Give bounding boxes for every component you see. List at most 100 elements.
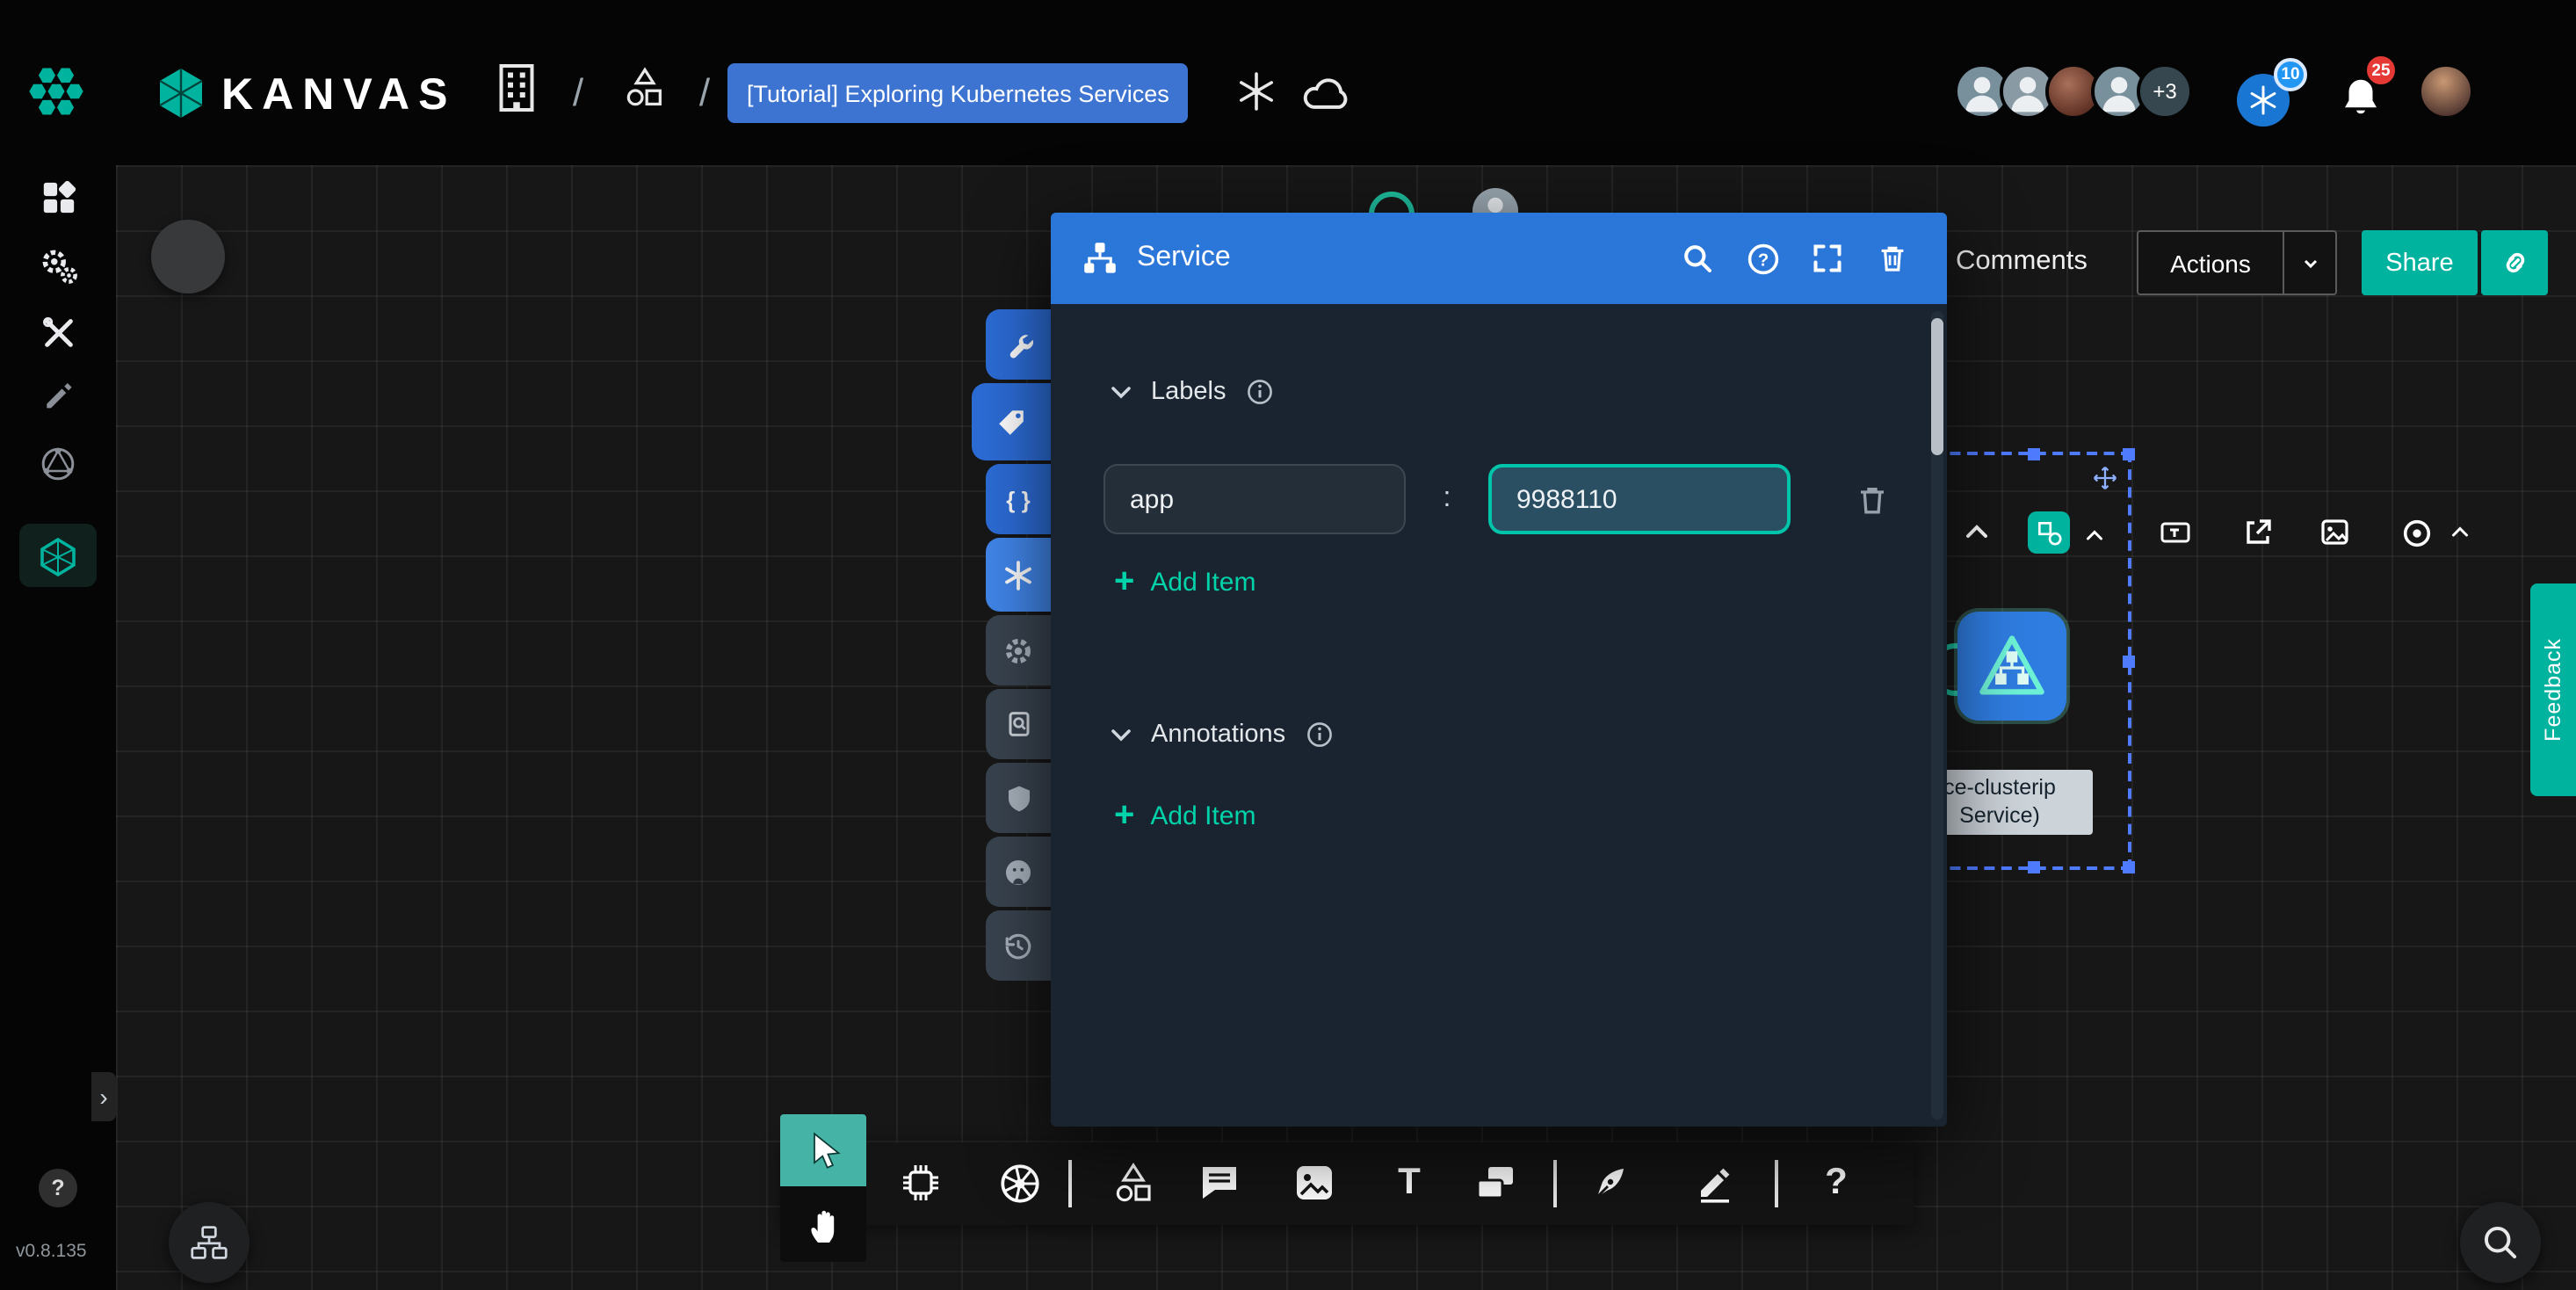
feedback-tab[interactable]: Feedback bbox=[2530, 583, 2576, 796]
add-label-button[interactable]: + Add Item bbox=[1114, 564, 1255, 599]
designs-icon[interactable] bbox=[622, 65, 668, 111]
zoom-button[interactable] bbox=[2460, 1202, 2541, 1283]
breadcrumb-separator: / bbox=[566, 70, 590, 116]
sidebar-help-button[interactable]: ? bbox=[39, 1169, 77, 1207]
annotations-section-label: Annotations bbox=[1151, 721, 1285, 749]
sidebar-item-dashboard[interactable] bbox=[19, 165, 97, 228]
panel-header[interactable]: Service ? bbox=[1051, 213, 1947, 304]
move-handle-icon[interactable] bbox=[2093, 466, 2117, 490]
style-picker-caret-icon[interactable] bbox=[2080, 515, 2109, 557]
selection-handle[interactable] bbox=[2123, 656, 2135, 668]
panel-scrollbar-track[interactable] bbox=[1931, 311, 1943, 1120]
avatar-overflow-chip[interactable]: +3 bbox=[2137, 63, 2193, 120]
wrench-icon bbox=[1004, 330, 1032, 359]
panel-search-button[interactable] bbox=[1675, 236, 1720, 281]
left-sidebar: › ? v0.8.135 bbox=[0, 165, 116, 1290]
tab-security[interactable] bbox=[986, 763, 1051, 833]
actions-button[interactable]: Actions bbox=[2137, 230, 2337, 295]
label-value-input[interactable] bbox=[1488, 464, 1791, 534]
sidebar-item-settings[interactable] bbox=[19, 234, 97, 297]
fullscreen-icon bbox=[1812, 243, 1843, 274]
organization-icon[interactable] bbox=[494, 62, 539, 114]
focus-lens-icon[interactable] bbox=[2395, 511, 2437, 554]
kubernetes-context-icon[interactable] bbox=[1235, 70, 1277, 112]
tab-settings[interactable] bbox=[986, 615, 1051, 685]
trash-icon bbox=[1856, 482, 1889, 516]
selection-handle[interactable] bbox=[2123, 448, 2135, 460]
layers-tool-button[interactable] bbox=[1465, 1151, 1525, 1214]
open-in-new-icon[interactable] bbox=[2237, 511, 2279, 554]
add-annotation-text: Add Item bbox=[1150, 801, 1255, 830]
labels-info-icon[interactable] bbox=[1245, 378, 1273, 406]
selection-handle[interactable] bbox=[2123, 861, 2135, 873]
kubernetes-service-icon bbox=[1975, 631, 2049, 701]
text-tool-button[interactable]: T bbox=[1379, 1151, 1439, 1214]
user-avatar[interactable] bbox=[2418, 63, 2474, 120]
sidebar-item-mesh[interactable] bbox=[19, 432, 97, 496]
panel-title: Service bbox=[1137, 243, 1231, 274]
export-image-icon[interactable] bbox=[2314, 511, 2356, 554]
collapse-lens-caret-icon[interactable] bbox=[2446, 511, 2474, 554]
share-button[interactable]: Share bbox=[2362, 230, 2478, 295]
design-name-field[interactable]: [Tutorial] Exploring Kubernetes Services bbox=[727, 63, 1189, 123]
add-label-text: Add Item bbox=[1150, 567, 1255, 597]
collapse-toolbar-icon[interactable] bbox=[1956, 511, 1998, 554]
selection-handle[interactable] bbox=[2027, 448, 2039, 460]
flowchart-icon bbox=[188, 1223, 230, 1262]
meshery-logo-icon bbox=[39, 535, 77, 576]
pen-tool-button[interactable] bbox=[1580, 1151, 1639, 1214]
add-annotation-button[interactable]: + Add Item bbox=[1114, 798, 1255, 833]
labels-section-label: Labels bbox=[1151, 378, 1226, 406]
layers-icon bbox=[1473, 1160, 1518, 1206]
label-key-input[interactable] bbox=[1103, 464, 1406, 534]
media-tool-button[interactable] bbox=[1284, 1151, 1344, 1214]
labels-section-header[interactable]: Labels bbox=[1107, 378, 1273, 406]
cloud-sync-icon[interactable] bbox=[1300, 74, 1353, 112]
comment-tool-button[interactable] bbox=[1190, 1151, 1249, 1214]
tab-github[interactable] bbox=[986, 837, 1051, 907]
annotations-section-header[interactable]: Annotations bbox=[1107, 721, 1333, 749]
tab-labels[interactable] bbox=[972, 383, 1051, 460]
github-icon bbox=[1003, 857, 1033, 887]
search-icon bbox=[1682, 243, 1713, 274]
sidebar-item-design[interactable] bbox=[19, 360, 97, 424]
panel-delete-button[interactable] bbox=[1870, 236, 1915, 281]
schematic-tool-button[interactable] bbox=[891, 1151, 951, 1214]
tab-configure[interactable] bbox=[986, 309, 1051, 380]
comments-button[interactable]: Comments bbox=[1956, 246, 2088, 278]
selection-handle[interactable] bbox=[2027, 861, 2039, 873]
help-tool-icon: ? bbox=[1825, 1162, 1848, 1204]
hand-icon bbox=[804, 1203, 843, 1245]
tab-json[interactable]: { } bbox=[986, 464, 1051, 534]
sidebar-expand-button[interactable]: › bbox=[91, 1072, 116, 1121]
delete-label-row-button[interactable] bbox=[1856, 482, 1889, 516]
rename-text-icon[interactable] bbox=[2154, 511, 2196, 554]
tab-history[interactable] bbox=[986, 910, 1051, 981]
node-service-clusterip[interactable] bbox=[1957, 612, 2066, 721]
tab-kubernetes-resource[interactable] bbox=[986, 538, 1051, 612]
sidebar-item-toolbox[interactable] bbox=[19, 301, 97, 364]
hierarchy-action-button[interactable] bbox=[169, 1202, 250, 1283]
asterisk-icon bbox=[1003, 560, 1033, 590]
edit-tool-button[interactable] bbox=[1685, 1151, 1745, 1214]
style-picker-button[interactable] bbox=[2028, 511, 2070, 554]
gear-icon bbox=[1003, 635, 1033, 665]
tab-inspect[interactable] bbox=[986, 689, 1051, 759]
copy-link-button[interactable] bbox=[2481, 230, 2548, 295]
help-tool-button[interactable]: ? bbox=[1806, 1151, 1866, 1214]
label-key-value-row: : bbox=[1103, 464, 1889, 534]
panel-fullscreen-button[interactable] bbox=[1805, 236, 1850, 281]
panel-help-button[interactable]: ? bbox=[1740, 236, 1785, 281]
canvas-menu-button[interactable] bbox=[151, 220, 225, 294]
actions-caret-button[interactable] bbox=[2283, 232, 2335, 294]
kubernetes-tool-button[interactable] bbox=[989, 1151, 1049, 1214]
honeycomb-logo[interactable] bbox=[16, 51, 97, 132]
plus-icon: + bbox=[1114, 564, 1134, 599]
shapes-tool-button[interactable] bbox=[1103, 1151, 1163, 1214]
select-tool-button[interactable] bbox=[780, 1114, 866, 1186]
help-circle-icon: ? bbox=[1746, 242, 1779, 275]
pan-tool-button[interactable] bbox=[780, 1186, 866, 1262]
annotations-info-icon[interactable] bbox=[1305, 721, 1333, 749]
panel-scrollbar-thumb[interactable] bbox=[1931, 318, 1943, 455]
sidebar-item-meshery[interactable] bbox=[19, 524, 97, 587]
